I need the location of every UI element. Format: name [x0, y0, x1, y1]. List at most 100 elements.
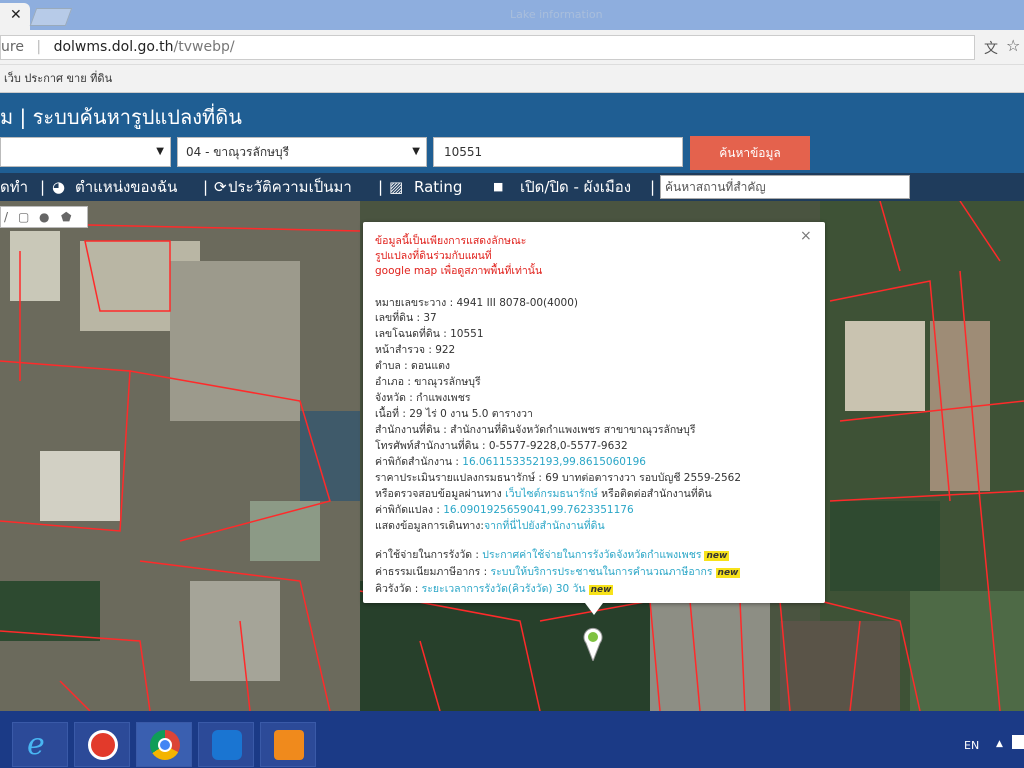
parcel-row: เนื้อที่ : 29 ไร่ 0 งาน 5.0 ตารางวา: [375, 408, 533, 420]
route-label: แสดงข้อมูลการเดินทาง:: [375, 520, 484, 532]
app-red-icon: [88, 730, 118, 760]
parcel-coord-label: ค่าพิกัดแปลง :: [375, 504, 444, 516]
new-badge: new: [588, 585, 614, 595]
red-app-button[interactable]: [74, 722, 130, 767]
popup-tail: [585, 603, 603, 615]
queue-row: คิวรังวัด : ระยะเวลาการรังวัด(คิวรังวัด)…: [375, 582, 614, 597]
new-tab-button[interactable]: [29, 8, 73, 26]
tax-row: ค่าธรรมเนียมภาษีอากร : ระบบให้บริการประช…: [375, 565, 741, 580]
map-nav-bar: ัดทำ | ◕ ตำแหน่งของฉัน | ⟳ ประวัติความเป…: [0, 173, 1024, 201]
parcel-row: อำเภอ : ขาณุวรลักษบุรี: [375, 376, 481, 388]
route-row: แสดงข้อมูลการเดินทาง:จากที่นี่ไปยังสำนัก…: [375, 519, 605, 533]
parcel-row: จังหวัด : กำแพงเพชร: [375, 392, 471, 404]
office-coord-label: ค่าพิกัดสำนักงาน :: [375, 456, 463, 468]
district-select[interactable]: 04 - ขาณุวรลักษบุรี ▼: [177, 137, 427, 167]
parcel-row: สำนักงานที่ดิน : สำนักงานที่ดินจังหวัดกำ…: [375, 424, 696, 436]
history-icon: ⟳: [214, 178, 227, 196]
tax-link[interactable]: ระบบให้บริการประชาชนในการคำนวณภาษีอากร: [491, 566, 713, 578]
language-indicator[interactable]: EN: [964, 739, 979, 752]
url-path: /tvwebp/: [173, 39, 235, 55]
parcel-coord-link[interactable]: 16.0901925659041,99.7623351176: [443, 504, 633, 516]
notice-line: ข้อมูลนี้เป็นเพียงการแสดงลักษณะ: [375, 235, 527, 247]
address-bar-row: ure | dolwms.dol.go.th/tvwebp/ 文 ☆: [0, 30, 1024, 65]
parcel-coord-row: ค่าพิกัดแปลง : 16.0901925659041,99.76233…: [375, 503, 634, 517]
nav-separator: |: [40, 178, 46, 196]
nav-item-my-location[interactable]: ตำแหน่งของฉัน: [75, 173, 177, 201]
treasury-post: หรือติดต่อสำนักงานที่ดิน: [597, 488, 712, 500]
office-coord-link[interactable]: 16.061153352193,99.8615060196: [462, 456, 646, 468]
landmark-search-input[interactable]: ค้นหาสถานที่สำคัญ: [660, 175, 910, 199]
chevron-down-icon: ▼: [156, 146, 164, 157]
survey-fee-row: ค่าใช้จ่ายในการรังวัด : ประกาศค่าใช้จ่าย…: [375, 548, 730, 563]
treasury-link[interactable]: เว็บไซต์กรมธนารักษ์: [505, 488, 598, 500]
bookmarks-bar: เว็บ ประกาศ ขาย ที่ดิน: [0, 65, 1024, 93]
nav-item-start[interactable]: ัดทำ: [0, 173, 28, 201]
circle-tool-icon[interactable]: ●: [39, 207, 49, 227]
rectangle-tool-icon[interactable]: ▢: [18, 207, 29, 227]
parcel-row: หน้าสำรวจ : 922: [375, 344, 456, 356]
chrome-center: [158, 738, 172, 752]
browser-tab[interactable]: ✕: [0, 3, 30, 30]
pdf-button[interactable]: [260, 722, 316, 767]
parcel-row: เลขที่ดิน : 37: [375, 312, 437, 324]
windows-taskbar: e EN ▲: [0, 711, 1024, 768]
teamviewer-button[interactable]: [198, 722, 254, 767]
nav-item-zoning-toggle[interactable]: เปิด/ปิด - ผังเมือง: [520, 173, 631, 201]
chart-icon: ▨: [389, 178, 404, 196]
chevron-down-icon: ▼: [412, 146, 420, 157]
search-button[interactable]: ค้นหาข้อมูล: [690, 136, 810, 170]
treasury-row: หรือตรวจสอบข้อมูลผ่านทาง เว็บไซต์กรมธนาร…: [375, 487, 712, 501]
tab-close-icon[interactable]: ✕: [10, 7, 22, 23]
search-row: ▼ 04 - ขาณุวรลักษบุรี ▼ 10551 ค้นหาข้อมู…: [0, 133, 1024, 173]
survey-fee-link[interactable]: ประกาศค่าใช้จ่ายในการรังวัดจังหวัดกำแพงเ…: [482, 549, 701, 561]
nav-separator: |: [650, 178, 656, 196]
nav-separator: |: [378, 178, 384, 196]
notice-line: google map เพื่อดูสภาพพื้นที่เท่านั้น: [375, 264, 542, 278]
notice-google-map: google map: [375, 265, 438, 277]
parcel-info-popup: × ข้อมูลนี้เป็นเพียงการแสดงลักษณะ รูปแปล…: [363, 222, 825, 603]
parcel-row: ตำบล : ดอนแตง: [375, 360, 451, 372]
route-link[interactable]: จากที่นี่ไปยังสำนักงานที่ดิน: [484, 520, 605, 532]
treasury-pre: หรือตรวจสอบข้อมูลผ่านทาง: [375, 488, 506, 500]
notice-line: รูปแปลงที่ดินร่วมกับแผนที่: [375, 250, 492, 262]
draw-toolbar: / ▢ ● ⬟: [0, 206, 88, 228]
bookmark-item[interactable]: เว็บ ประกาศ ขาย ที่ดิน: [0, 72, 112, 85]
internet-explorer-button[interactable]: e: [12, 722, 68, 767]
survey-fee-label: ค่าใช้จ่ายในการรังวัด :: [375, 549, 483, 561]
nav-separator: |: [203, 178, 209, 196]
nav-item-history[interactable]: ประวัติความเป็นมา: [228, 173, 352, 201]
site-header: ม | ระบบค้นหารูปแปลงที่ดิน: [0, 93, 1024, 133]
line-tool-icon[interactable]: /: [4, 207, 8, 227]
nav-item-rating[interactable]: Rating: [414, 173, 462, 201]
deed-number-input[interactable]: 10551: [433, 137, 683, 167]
parcel-row: โทรศัพท์สำนักงานที่ดิน : 0-5577-9228,0-5…: [375, 440, 628, 452]
map-pin-icon[interactable]: [583, 627, 603, 661]
chrome-button[interactable]: [136, 722, 192, 767]
globe-icon: ◕: [52, 178, 66, 196]
district-select-value: 04 - ขาณุวรลักษบุรี: [186, 145, 290, 159]
square-icon: ■: [493, 180, 504, 193]
flag-icon[interactable]: [1012, 735, 1024, 749]
url-field[interactable]: ure | dolwms.dol.go.th/tvwebp/: [0, 35, 975, 60]
tray-arrow-icon[interactable]: ▲: [996, 739, 1003, 749]
close-icon[interactable]: ×: [800, 228, 812, 244]
queue-link[interactable]: ระยะเวลาการรังวัด(คิวรังวัด) 30 วัน: [422, 583, 586, 595]
notice-text: เพื่อดูสภาพพื้นที่เท่านั้น: [437, 265, 543, 277]
polygon-tool-icon[interactable]: ⬟: [61, 207, 71, 227]
star-icon[interactable]: ☆: [1006, 36, 1020, 55]
office-coord-row: ค่าพิกัดสำนักงาน : 16.061153352193,99.86…: [375, 455, 646, 469]
teamviewer-icon: [212, 730, 242, 760]
province-select[interactable]: ▼: [0, 137, 171, 167]
new-badge: new: [704, 551, 730, 561]
queue-label: คิวรังวัด :: [375, 583, 422, 595]
url-host: dolwms.dol.go.th: [53, 39, 174, 55]
parcel-row: หมายเลขระวาง : 4941 III 8078-00(4000): [375, 297, 578, 309]
translate-icon[interactable]: 文: [984, 38, 998, 58]
new-badge: new: [715, 568, 741, 578]
url-security-label: ure: [1, 39, 24, 55]
appraisal-row: ราคาประเมินรายแปลงกรมธนารักษ์ : 69 บาทต่…: [375, 472, 742, 484]
internet-explorer-icon: e: [27, 727, 45, 762]
tax-label: ค่าธรรมเนียมภาษีอากร :: [375, 566, 491, 578]
page-title: ม | ระบบค้นหารูปแปลงที่ดิน: [0, 105, 242, 129]
browser-tab-bar: ✕ Lake information: [0, 0, 1024, 30]
